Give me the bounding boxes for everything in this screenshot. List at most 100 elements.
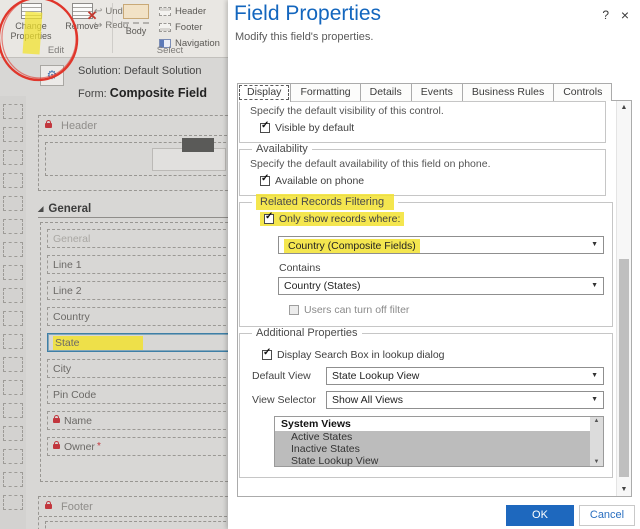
redo-icon: ↪ — [94, 20, 102, 31]
form-field-row[interactable]: Pin Code * — [47, 385, 228, 404]
form-field-label: Pin Code — [53, 389, 96, 401]
ok-button[interactable]: OK — [506, 505, 574, 526]
form-field-row[interactable]: General * — [47, 229, 228, 248]
system-views-items: Active States Inactive States State Look… — [275, 431, 603, 467]
dialog-subtitle: Modify this field's properties. — [235, 31, 373, 43]
additional-properties-legend: Additional Properties — [252, 327, 362, 339]
view-selector-label: View Selector — [252, 394, 326, 406]
listbox-scrollbar[interactable]: ▲ ▼ — [590, 417, 603, 466]
tab[interactable]: Formatting — [290, 83, 360, 101]
available-on-phone-row: ✓ Available on phone — [260, 175, 597, 187]
solution-label: Solution: Default Solution — [78, 65, 202, 77]
form-field-row[interactable]: Owner * — [47, 437, 228, 456]
general-section: General * Line 1 * Line 2 * — [40, 222, 228, 482]
body-button[interactable]: Body — [115, 4, 157, 36]
app-root: Change Properties ✕ Remove ↩ Undo ↪ R — [0, 0, 640, 529]
change-properties-button[interactable]: Change Properties — [4, 3, 58, 42]
footer-toggle-button[interactable]: Footer — [159, 19, 228, 35]
scrollbar-thumb[interactable] — [619, 259, 629, 477]
turn-off-filter-checkbox[interactable] — [289, 305, 299, 315]
dialog-scrollbar[interactable]: ▲ ▼ — [616, 101, 631, 496]
footer-section-label: Footer — [61, 501, 93, 513]
primary-field-value: Country (Composite Fields) — [284, 239, 420, 253]
field-properties-dialog: Field Properties ? × Modify this field's… — [228, 0, 640, 529]
turn-off-filter-row: Users can turn off filter — [289, 304, 604, 316]
header-section-label: Header — [61, 120, 97, 132]
select-group-label: Select — [112, 45, 228, 56]
visible-by-default-checkbox[interactable]: ✓ — [260, 123, 270, 133]
general-section-label: General — [48, 203, 91, 215]
help-icon[interactable]: ? — [602, 8, 609, 22]
primary-field-dropdown[interactable]: Country (Composite Fields) ▼ — [278, 236, 604, 254]
view-list-item[interactable]: Inactive States — [275, 443, 590, 455]
form-field-row[interactable]: Name * — [47, 411, 228, 430]
availability-legend: Availability — [252, 143, 312, 155]
view-list-item[interactable]: State Lookup View — [275, 455, 590, 467]
undo-icon: ↩ — [94, 6, 102, 17]
scroll-down-icon[interactable]: ▼ — [590, 459, 603, 465]
view-selector-dropdown[interactable]: Show All Views ▼ — [326, 391, 604, 409]
form-field-label: General — [53, 233, 90, 245]
footer-section-title: Footer — [39, 497, 228, 517]
form-field-label: Country — [53, 311, 90, 323]
lock-icon — [45, 504, 52, 509]
cancel-button[interactable]: Cancel — [579, 505, 635, 526]
general-section-title[interactable]: ◢ General — [38, 200, 228, 218]
form-field-row[interactable]: Country * — [47, 307, 228, 326]
dialog-tabs: Display Formatting Details Events Busine… — [237, 83, 612, 102]
availability-fieldset: Availability Specify the default availab… — [239, 143, 606, 196]
chevron-down-icon: ▼ — [591, 396, 598, 403]
tab[interactable]: Controls — [553, 83, 612, 101]
header-toggle-button[interactable]: Header — [159, 3, 228, 19]
system-views-listbox: System Views Active States Inactive Stat… — [274, 416, 604, 467]
close-icon[interactable]: × — [621, 7, 629, 23]
tab[interactable]: Details — [360, 83, 412, 101]
form-name: Composite Field — [110, 86, 207, 100]
form-field-row[interactable]: Line 1 * — [47, 255, 228, 274]
lock-icon — [45, 123, 52, 128]
footer-section[interactable]: Footer — [38, 496, 228, 529]
view-list-item[interactable]: Active States — [275, 431, 590, 443]
body-icon — [123, 4, 149, 19]
solution-header: ⚙ Solution: Default Solution Form: Compo… — [26, 58, 228, 110]
scroll-down-icon[interactable]: ▼ — [617, 486, 631, 493]
scroll-up-icon[interactable]: ▲ — [590, 418, 603, 424]
scroll-up-icon[interactable]: ▲ — [617, 104, 631, 111]
form-prefix: Form: — [78, 88, 107, 100]
available-on-phone-checkbox[interactable]: ✓ — [260, 176, 270, 186]
body-label: Body — [115, 26, 157, 36]
form-field-row[interactable]: Line 2 * — [47, 281, 228, 300]
only-show-records-row: ✓ Only show records where: — [260, 212, 604, 226]
additional-properties-fieldset: Additional Properties ✓ Display Search B… — [239, 327, 613, 478]
remove-icon: ✕ — [72, 3, 93, 19]
required-asterisk: * — [97, 441, 101, 452]
display-search-box-row: ✓ Display Search Box in lookup dialog — [262, 349, 604, 361]
default-view-dropdown[interactable]: State Lookup View ▼ — [326, 367, 604, 385]
select-group: Header Footer Navigation — [159, 3, 228, 51]
edit-group-label: Edit — [0, 45, 112, 56]
related-records-fieldset: Related Records Filtering ✓ Only show re… — [239, 196, 613, 327]
only-show-records-label: Only show records where: — [279, 213, 400, 225]
related-field-dropdown[interactable]: Country (States) ▼ — [278, 277, 604, 295]
tab[interactable]: Display — [237, 83, 291, 102]
only-show-records-checkbox[interactable]: ✓ — [264, 214, 274, 224]
form-field-row[interactable]: State * — [47, 333, 228, 352]
default-view-label: Default View — [252, 370, 326, 382]
default-view-row: Default View State Lookup View ▼ — [252, 367, 604, 385]
related-records-legend: Related Records Filtering — [252, 196, 398, 208]
dialog-scroll-area: Specify the default visibility of this c… — [237, 100, 632, 497]
default-view-value: State Lookup View — [332, 370, 419, 382]
header-section[interactable]: Header — [38, 115, 228, 191]
tab[interactable]: Business Rules — [462, 83, 554, 101]
visibility-description: Specify the default visibility of this c… — [250, 105, 597, 117]
ribbon: Change Properties ✕ Remove ↩ Undo ↪ R — [0, 0, 228, 58]
tab[interactable]: Events — [411, 83, 463, 101]
form-field-label: City — [53, 363, 71, 375]
form-field-row[interactable]: City * — [47, 359, 228, 378]
footer-section-row — [45, 521, 228, 529]
annotation-highlight: ✓ Only show records where: — [260, 212, 404, 226]
lock-icon — [53, 418, 60, 423]
form-field-label: Line 1 — [53, 259, 82, 271]
display-search-box-checkbox[interactable]: ✓ — [262, 350, 272, 360]
annotation-highlight — [23, 11, 43, 54]
